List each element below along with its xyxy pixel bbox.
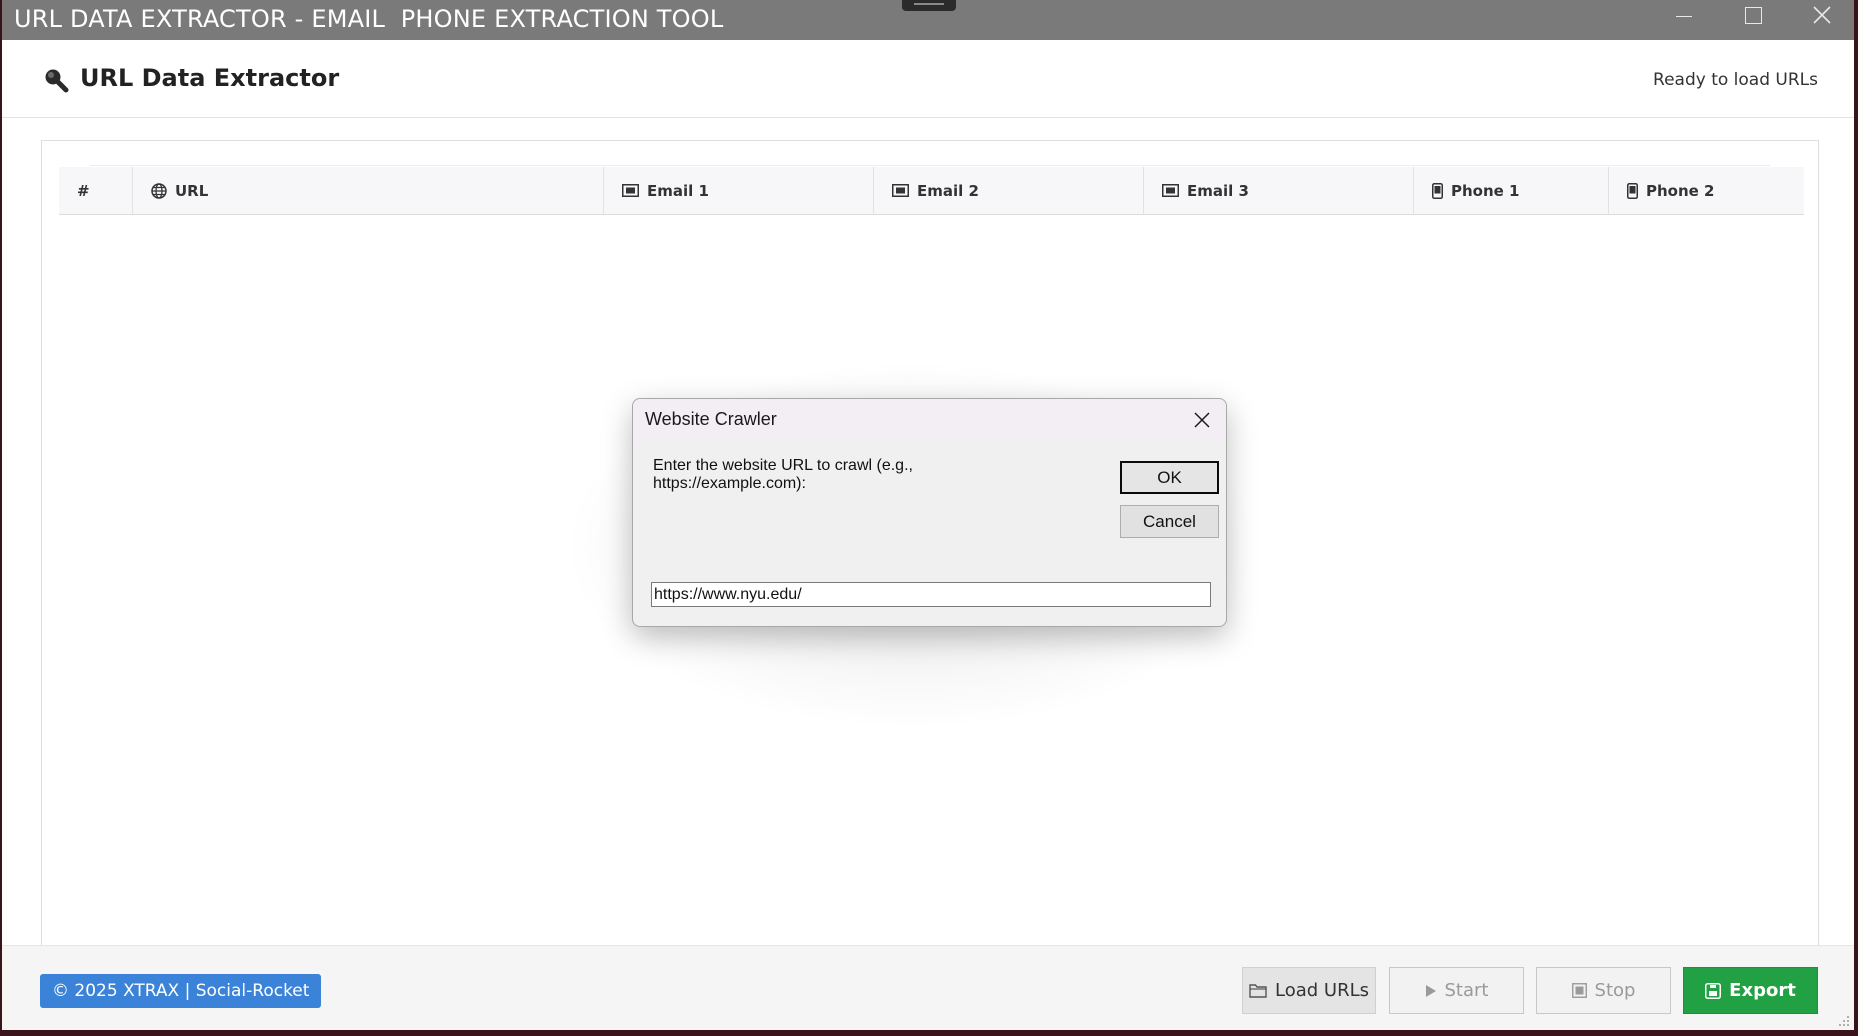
load-urls-label: Load URLs bbox=[1275, 980, 1369, 1001]
start-label: Start bbox=[1444, 980, 1489, 1001]
app-title: URL Data Extractor bbox=[80, 64, 340, 92]
stop-icon bbox=[1571, 983, 1587, 998]
cancel-button[interactable]: Cancel bbox=[1120, 505, 1219, 538]
load-urls-button[interactable]: Load URLs bbox=[1242, 967, 1376, 1014]
magnifier-icon bbox=[45, 69, 69, 93]
close-icon bbox=[1194, 412, 1210, 428]
copyright-text: © 2025 XTRAX | Social-Rocket bbox=[52, 981, 310, 1001]
column-header-email-1[interactable]: Email 1 bbox=[604, 167, 874, 214]
envelope-icon bbox=[622, 184, 639, 197]
ok-label: OK bbox=[1157, 467, 1182, 487]
column-header-email-3[interactable]: Email 3 bbox=[1144, 167, 1414, 214]
column-header-email-2[interactable]: Email 2 bbox=[874, 167, 1144, 214]
column-header-phone-2[interactable]: Phone 2 bbox=[1609, 167, 1804, 214]
column-label: Phone 1 bbox=[1451, 181, 1520, 200]
snap-grip-handle[interactable] bbox=[902, 0, 956, 11]
close-icon bbox=[1813, 6, 1831, 24]
status-text: Ready to load URLs bbox=[1653, 70, 1818, 90]
save-icon bbox=[1705, 982, 1722, 999]
column-header-phone-1[interactable]: Phone 1 bbox=[1414, 167, 1609, 214]
play-icon bbox=[1425, 984, 1437, 998]
phone-icon bbox=[1432, 182, 1443, 199]
url-input[interactable] bbox=[651, 582, 1211, 607]
phone-icon bbox=[1627, 182, 1638, 199]
panel-divider bbox=[90, 165, 1770, 166]
dialog-prompt: Enter the website URL to crawl (e.g., ht… bbox=[653, 457, 913, 492]
export-label: Export bbox=[1729, 980, 1796, 1001]
title-bar[interactable]: URL DATA EXTRACTOR - EMAIL PHONE EXTRACT… bbox=[2, 0, 1854, 40]
column-header-number[interactable]: # bbox=[59, 167, 133, 214]
maximize-button[interactable] bbox=[1719, 0, 1787, 36]
minimize-icon bbox=[1676, 15, 1692, 17]
website-crawler-dialog: Website Crawler Enter the website URL to… bbox=[632, 398, 1227, 627]
column-label: Email 2 bbox=[917, 181, 979, 200]
maximize-icon bbox=[1744, 6, 1762, 24]
column-label: # bbox=[77, 181, 90, 200]
footer-bar: © 2025 XTRAX | Social-Rocket Load URLs S… bbox=[2, 945, 1854, 1030]
window-title: URL DATA EXTRACTOR - EMAIL PHONE EXTRACT… bbox=[14, 5, 724, 33]
column-label: Email 3 bbox=[1187, 181, 1249, 200]
start-button[interactable]: Start bbox=[1389, 967, 1524, 1014]
ok-button[interactable]: OK bbox=[1120, 461, 1219, 494]
dialog-title: Website Crawler bbox=[645, 409, 777, 429]
column-label: Email 1 bbox=[647, 181, 709, 200]
dialog-title-bar[interactable]: Website Crawler bbox=[633, 399, 1226, 441]
column-label: URL bbox=[175, 181, 209, 200]
column-label: Phone 2 bbox=[1646, 181, 1715, 200]
folder-icon bbox=[1249, 983, 1267, 998]
table-header: # URL Email 1 Email 2 Email 3 Phone 1 Ph… bbox=[59, 167, 1804, 215]
envelope-icon bbox=[892, 184, 909, 197]
stop-button[interactable]: Stop bbox=[1536, 967, 1671, 1014]
resize-grip-icon[interactable] bbox=[1836, 1013, 1850, 1027]
globe-icon bbox=[151, 182, 167, 199]
export-button[interactable]: Export bbox=[1683, 967, 1818, 1014]
close-window-button[interactable] bbox=[1788, 0, 1854, 36]
stop-label: Stop bbox=[1594, 980, 1636, 1001]
minimize-button[interactable] bbox=[1650, 0, 1718, 36]
copyright-badge[interactable]: © 2025 XTRAX | Social-Rocket bbox=[40, 974, 322, 1008]
cancel-label: Cancel bbox=[1143, 511, 1196, 531]
dialog-close-button[interactable] bbox=[1186, 405, 1218, 435]
app-header: URL Data Extractor Ready to load URLs bbox=[2, 40, 1854, 118]
column-header-url[interactable]: URL bbox=[133, 167, 604, 214]
envelope-icon bbox=[1162, 184, 1179, 197]
app-window: URL DATA EXTRACTOR - EMAIL PHONE EXTRACT… bbox=[2, 0, 1854, 1030]
